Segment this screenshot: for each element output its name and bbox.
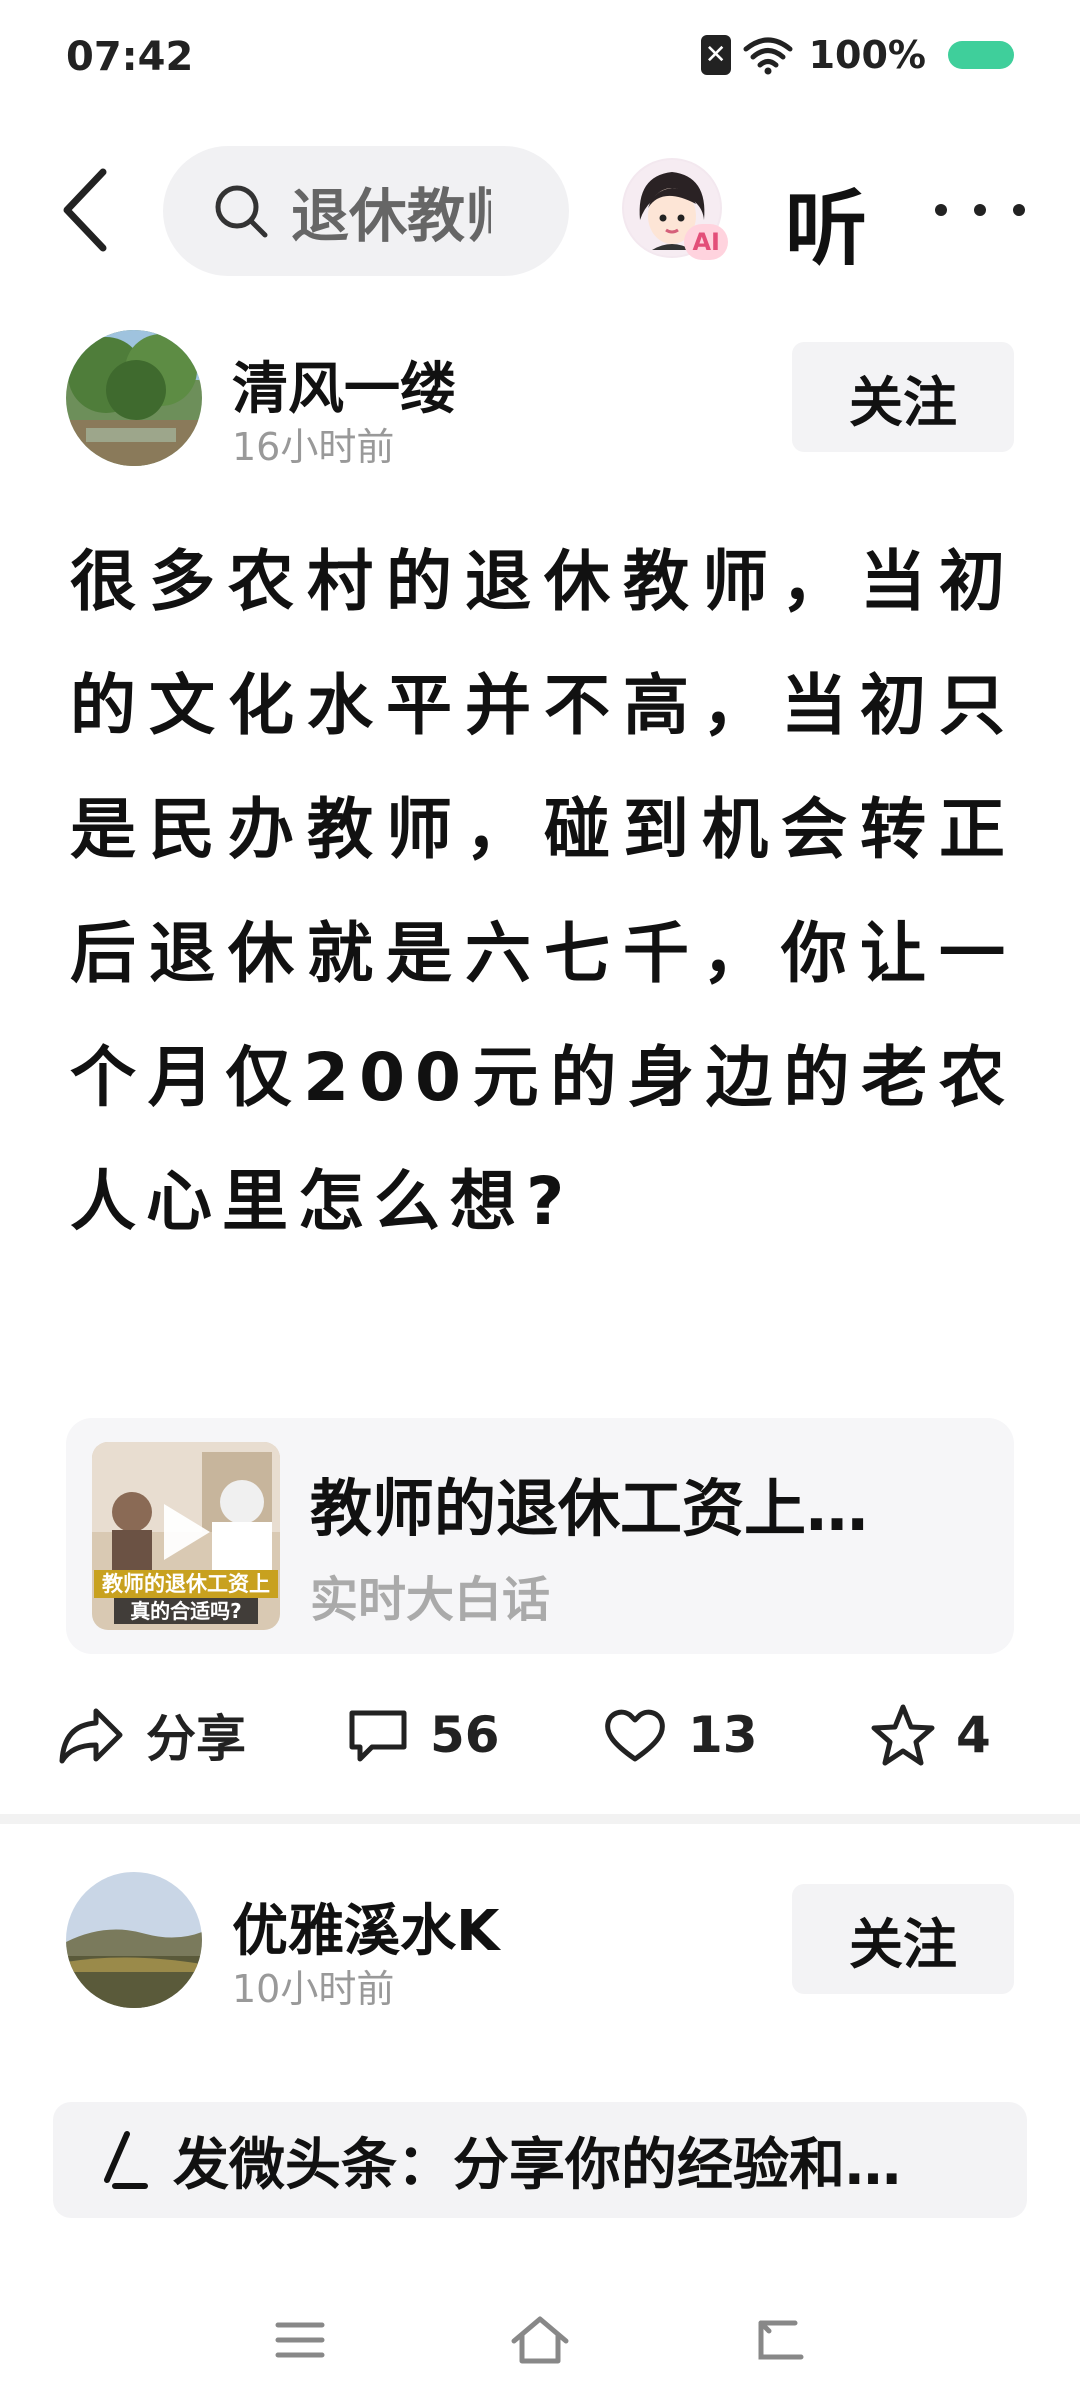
dot-icon (935, 204, 947, 216)
status-time: 07:42 (66, 34, 194, 80)
author-name[interactable]: 优雅溪水K (232, 1886, 499, 1967)
star-icon (871, 1704, 935, 1766)
linked-video-card[interactable]: 教师的退休工资上 真的合适吗? 教师的退休工资上… 实时大白话 (66, 1418, 1014, 1654)
search-box[interactable]: 退休教师 (163, 146, 569, 276)
chevron-left-icon (63, 168, 107, 252)
composer-placeholder: 发微头条：分享你的经验和… (173, 2132, 901, 2198)
dot-icon (1013, 204, 1025, 216)
comment-button[interactable]: 56 (346, 1700, 500, 1770)
back-nav-button[interactable] (745, 2310, 815, 2370)
battery-icon (948, 41, 1014, 69)
dot-icon (974, 204, 986, 216)
video-thumbnail: 教师的退休工资上 真的合适吗? (92, 1442, 280, 1630)
post-author-row: 优雅溪水K 10小时前 关注 (0, 1872, 1080, 2022)
search-icon (215, 185, 268, 238)
author-avatar[interactable] (66, 330, 202, 466)
post-time: 10小时前 (232, 1967, 395, 2011)
status-icons: ✕ 100% (700, 30, 1014, 80)
no-sim-icon: ✕ (700, 35, 731, 75)
listen-button[interactable]: 听 (785, 162, 867, 281)
composer-bar[interactable]: 发微头条：分享你的经验和… (53, 2102, 1027, 2218)
status-bar: 07:42 ✕ 100% (0, 0, 1080, 115)
share-icon (59, 1708, 123, 1764)
share-button[interactable]: 分享 (56, 1700, 246, 1770)
back-button[interactable] (54, 168, 114, 252)
thumbnail-caption-2: 真的合适吗? (130, 1599, 242, 1623)
post-time: 16小时前 (232, 425, 395, 469)
system-nav-bar (0, 2270, 1080, 2400)
favorite-count: 4 (956, 1706, 991, 1764)
menu-icon (275, 2322, 325, 2358)
battery-percent: 100% (808, 33, 926, 77)
more-options-button[interactable] (935, 180, 1025, 240)
heart-icon (605, 1709, 665, 1762)
top-nav: 退休教师 AI 听 (0, 140, 1080, 280)
favorite-button[interactable]: 4 (870, 1700, 991, 1770)
pen-icon (104, 2131, 148, 2189)
ai-badge: AI (684, 224, 728, 260)
home-nav-button[interactable] (505, 2310, 575, 2370)
comment-count: 56 (430, 1706, 500, 1764)
author-avatar[interactable] (66, 1872, 202, 2008)
post-author-row: 清风一缕 16小时前 关注 (0, 330, 1080, 480)
comment-icon (349, 1710, 407, 1762)
thumbnail-caption-1: 教师的退休工资上 (102, 1572, 270, 1596)
home-icon (511, 2316, 569, 2364)
follow-button[interactable]: 关注 (792, 1884, 1014, 1994)
follow-button[interactable]: 关注 (792, 342, 1014, 452)
feed-divider (0, 1814, 1080, 1824)
card-source: 实时大白话 (310, 1572, 551, 1628)
search-query: 退休教师 (291, 182, 491, 250)
share-label: 分享 (146, 1710, 246, 1768)
menu-nav-button[interactable] (265, 2310, 335, 2370)
like-count: 13 (688, 1706, 758, 1764)
author-name[interactable]: 清风一缕 (232, 344, 456, 425)
return-icon (758, 2320, 804, 2360)
like-button[interactable]: 13 (602, 1700, 758, 1770)
post-actions: 分享 56 13 4 (0, 1680, 1080, 1780)
card-title: 教师的退休工资上… (310, 1472, 869, 1545)
ai-assistant-avatar[interactable]: AI (622, 158, 728, 260)
post-body-text[interactable]: 很多农村的退休教师，当初的文化水平并不高，当初只是民办教师，碰到机会转正后退休就… (70, 520, 1015, 1264)
wifi-icon (743, 35, 793, 75)
